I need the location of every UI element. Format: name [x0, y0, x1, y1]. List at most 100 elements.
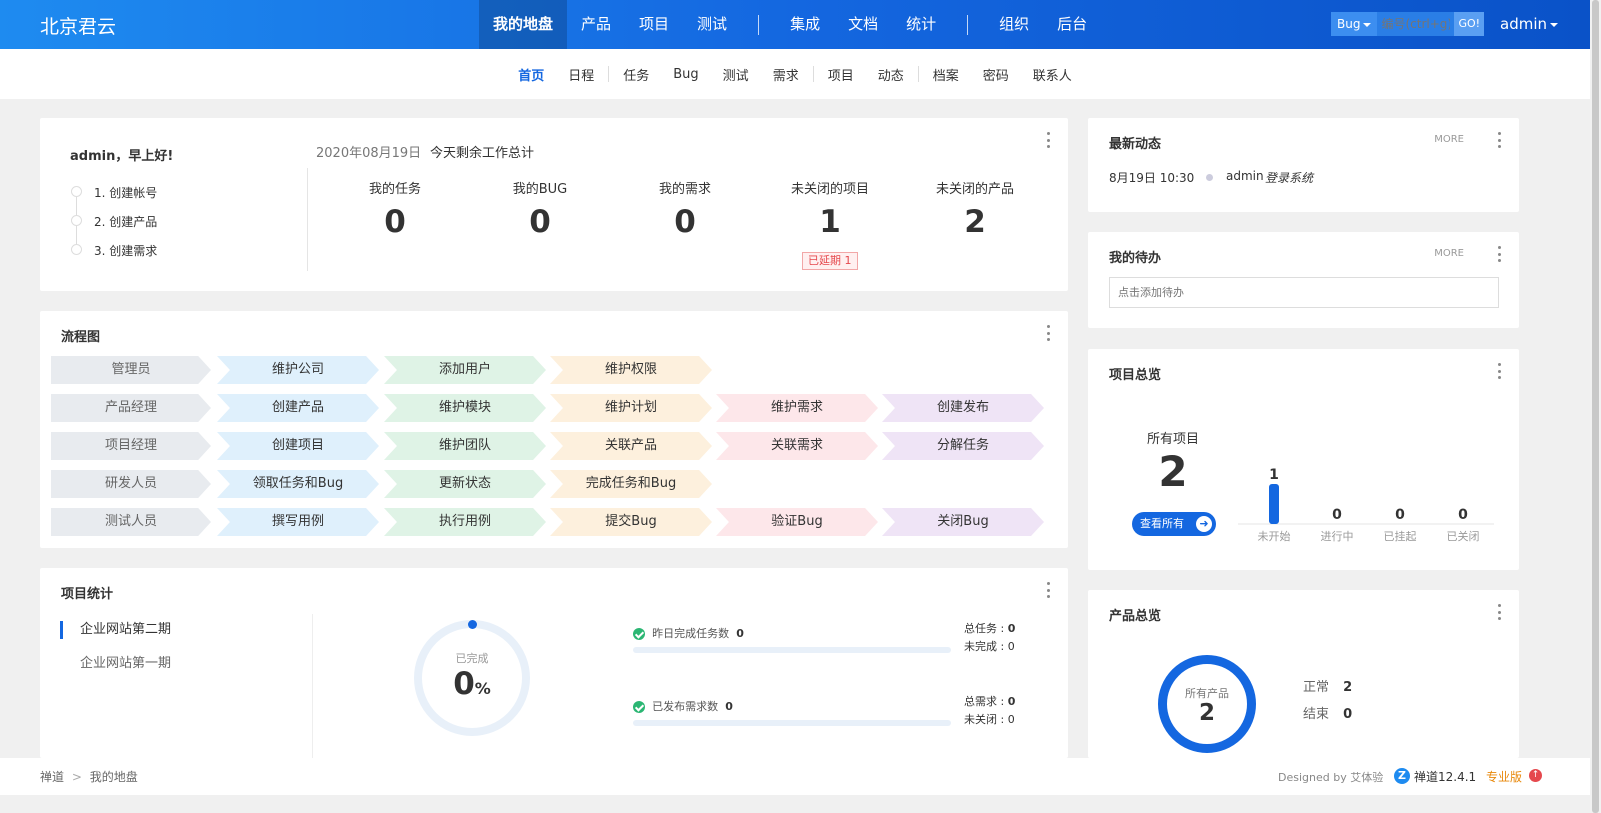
subnav-password[interactable]: 密码 [971, 65, 1021, 84]
breadcrumb-current[interactable]: 我的地盘 [90, 770, 138, 784]
stat-row-value: 0 [736, 627, 744, 640]
flow-role: 项目经理 [51, 432, 211, 460]
normal-value: 2 [1343, 680, 1353, 695]
stat-my-stories[interactable]: 0 [625, 204, 745, 240]
unclosed-label: 未关闭 [964, 713, 997, 726]
progress-bar [633, 720, 951, 726]
flow-step[interactable]: 分解任务 [882, 432, 1044, 460]
scrollbar-thumb[interactable] [1592, 0, 1599, 813]
add-todo-input[interactable] [1109, 277, 1499, 308]
more-link[interactable]: MORE [1434, 248, 1464, 259]
nav-test[interactable]: 测试 [683, 0, 741, 49]
nav-admin[interactable]: 后台 [1043, 0, 1101, 49]
footer: 禅道 > 我的地盘 Designed by 艾体验 Z 禅道12.4.1 专业版… [0, 758, 1590, 795]
search-input[interactable] [1377, 12, 1455, 36]
dynamic-item[interactable]: 8月19日 10:30 admin 登录系统 [1109, 169, 1499, 187]
normal-label: 正常 [1303, 680, 1330, 695]
stat-open-products[interactable]: 2 [915, 204, 1035, 240]
flow-step[interactable]: 创建项目 [217, 432, 379, 460]
nav-my-dashboard[interactable]: 我的地盘 [479, 0, 568, 49]
flow-step[interactable]: 维护权限 [550, 356, 712, 384]
flow-step[interactable]: 更新状态 [384, 470, 546, 498]
search-type-select[interactable]: Bug [1331, 12, 1378, 36]
ended-label: 结束 [1303, 707, 1330, 722]
card-menu-icon[interactable] [1497, 132, 1501, 148]
project-item[interactable]: 企业网站第一期 [60, 655, 300, 673]
stat-my-bugs[interactable]: 0 [480, 204, 600, 240]
stat-open-projects[interactable]: 1 [770, 204, 890, 240]
card-menu-icon[interactable] [1046, 132, 1050, 148]
summary-label: 今天剩余工作总计 [430, 146, 535, 161]
card-menu-icon[interactable] [1497, 604, 1501, 620]
edition-label[interactable]: 专业版 [1486, 768, 1522, 785]
subnav-home[interactable]: 首页 [506, 65, 556, 84]
nav-stats[interactable]: 统计 [892, 0, 950, 49]
flow-step[interactable]: 创建产品 [217, 394, 379, 422]
project-status-chart: 1 未开始 0 进行中 0 已挂起 0 已关闭 [1238, 467, 1494, 543]
vertical-scrollbar[interactable] [1590, 0, 1601, 813]
total-tasks: 总任务 : 0 [964, 622, 1016, 635]
flow-step[interactable]: 维护计划 [550, 394, 712, 422]
stat-my-tasks[interactable]: 0 [335, 204, 455, 240]
designed-by[interactable]: Designed by 艾体验 [1278, 769, 1383, 785]
unfinished-label: 未完成 [964, 640, 997, 653]
todo-card: 我的待办 MORE [1088, 232, 1519, 328]
nav-product[interactable]: 产品 [567, 0, 625, 49]
nav-project[interactable]: 项目 [625, 0, 683, 49]
flow-step[interactable]: 创建发布 [882, 394, 1044, 422]
flow-step[interactable]: 撰写用例 [217, 508, 379, 536]
subnav-dynamic[interactable]: 动态 [866, 65, 916, 84]
nav-docs[interactable]: 文档 [834, 0, 892, 49]
user-menu[interactable]: admin [1500, 15, 1558, 33]
total-label: 总需求 [964, 695, 997, 708]
flow-step[interactable]: 关闭Bug [882, 508, 1044, 536]
flow-step[interactable]: 维护模块 [384, 394, 546, 422]
stat-row-tasks: 昨日完成任务数 0 总任务 : 0 未完成 : 0 [633, 622, 1033, 657]
card-menu-icon[interactable] [1046, 325, 1050, 341]
search-go-button[interactable]: GO! [1454, 12, 1485, 36]
version-label[interactable]: 禅道12.4.1 [1414, 768, 1476, 785]
project-item-active[interactable]: 企业网站第二期 [60, 621, 300, 639]
view-all-button[interactable]: 查看所有 ➜ [1132, 512, 1216, 536]
flow-step[interactable]: 关联需求 [716, 432, 878, 460]
view-all-label: 查看所有 [1140, 517, 1184, 530]
step-label: 2. 创建产品 [94, 215, 158, 229]
flow-step[interactable]: 维护公司 [217, 356, 379, 384]
flow-step[interactable]: 关联产品 [550, 432, 712, 460]
stat-row-label: 昨日完成任务数 [652, 627, 730, 640]
nav-org[interactable]: 组织 [985, 0, 1043, 49]
subnav-test[interactable]: 测试 [711, 65, 761, 84]
subnav-calendar[interactable]: 日程 [556, 65, 606, 84]
delayed-badge[interactable]: 已延期 1 [802, 252, 858, 270]
subnav-task[interactable]: 任务 [611, 65, 661, 84]
flow-step[interactable]: 维护团队 [384, 432, 546, 460]
breadcrumb-root[interactable]: 禅道 [40, 770, 64, 784]
flow-step[interactable]: 提交Bug [550, 508, 712, 536]
nav-integration[interactable]: 集成 [776, 0, 834, 49]
flow-step[interactable]: 添加用户 [384, 356, 546, 384]
subnav-bug[interactable]: Bug [661, 67, 710, 82]
subnav-project[interactable]: 项目 [816, 65, 866, 84]
flow-step[interactable]: 领取任务和Bug [217, 470, 379, 498]
chevron-down-icon [1550, 22, 1558, 27]
dynamic-action[interactable]: 登录系统 [1265, 169, 1313, 186]
more-link[interactable]: MORE [1434, 134, 1464, 145]
upgrade-arrow-icon[interactable]: ↑ [1529, 769, 1542, 782]
card-title: 流程图 [61, 330, 101, 345]
subnav-contacts[interactable]: 联系人 [1021, 65, 1084, 84]
step-label: 3. 创建需求 [94, 244, 158, 258]
subnav-story[interactable]: 需求 [761, 65, 811, 84]
card-menu-icon[interactable] [1046, 582, 1050, 598]
card-menu-icon[interactable] [1497, 246, 1501, 262]
flow-step[interactable]: 维护需求 [716, 394, 878, 422]
subnav-profile[interactable]: 档案 [921, 65, 971, 84]
chart-data-label: 0 [1458, 507, 1468, 523]
stat-row-label: 已发布需求数 [652, 700, 719, 713]
flow-step[interactable]: 执行用例 [384, 508, 546, 536]
chart-category-label: 已挂起 [1384, 529, 1417, 543]
flow-step[interactable]: 验证Bug [716, 508, 878, 536]
brand-name[interactable]: 北京君云 [40, 12, 116, 39]
stat-row-stories: 已发布需求数 0 总需求 : 0 未关闭 : 0 [633, 695, 1033, 730]
card-title: 我的待办 [1109, 251, 1162, 266]
flow-step[interactable]: 完成任务和Bug [550, 470, 712, 498]
